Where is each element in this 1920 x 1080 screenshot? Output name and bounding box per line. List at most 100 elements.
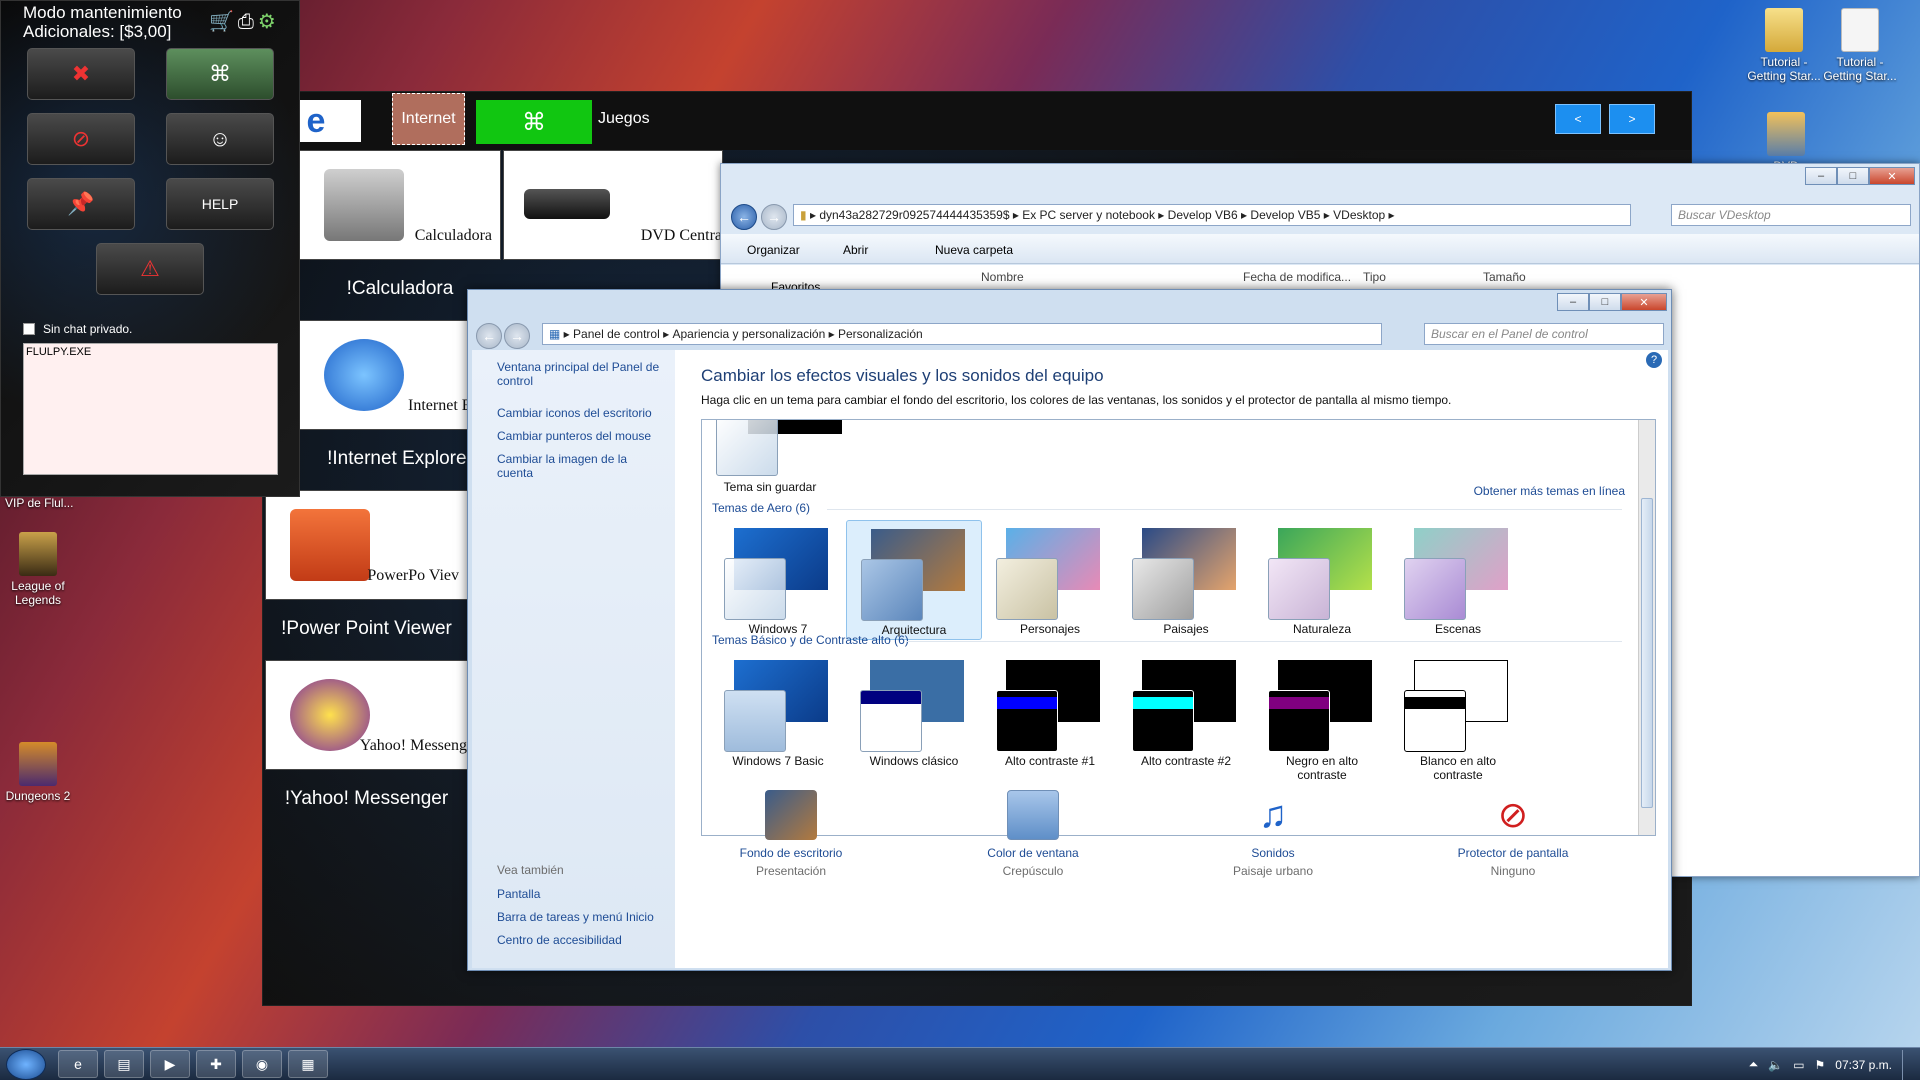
- accessibility-link[interactable]: Centro de accesibilidad: [497, 933, 622, 947]
- help-icon[interactable]: ?: [1646, 352, 1662, 368]
- column-name[interactable]: Nombre: [981, 270, 1024, 284]
- taskbar-control-panel-icon[interactable]: ▦: [288, 1050, 328, 1078]
- games-button[interactable]: ⌘: [166, 48, 274, 100]
- minimize-button[interactable]: –: [1557, 293, 1589, 311]
- desktop-icon-league[interactable]: League of Legends: [0, 532, 78, 607]
- theme-high-contrast-1[interactable]: Alto contraste #1: [982, 652, 1118, 782]
- desktop-background-setting[interactable]: Fondo de escritorio Presentación: [701, 790, 881, 878]
- desktop-background-icon: [765, 790, 817, 840]
- theme-window-preview: [861, 559, 923, 621]
- app-tile-calculator[interactable]: Calculadora: [299, 150, 501, 260]
- back-button[interactable]: ←: [731, 204, 757, 230]
- gamepad-icon[interactable]: ⌘: [476, 100, 592, 144]
- maintenance-panel: Modo mantenimiento Adicionales: [$3,00] …: [0, 0, 300, 497]
- desktop-icon-tutorial-2[interactable]: Tutorial - Getting Star...: [1820, 8, 1900, 83]
- theme-list: Tema sin guardar Obtener más temas en lí…: [701, 419, 1656, 836]
- scroll-thumb[interactable]: [1641, 498, 1653, 808]
- app-tile-powerpoint[interactable]: PowerPo Viev: [265, 490, 468, 600]
- cart-icon[interactable]: 🛒: [209, 11, 238, 33]
- more-themes-link[interactable]: Obtener más temas en línea: [1474, 484, 1625, 498]
- taskbar-link[interactable]: Barra de tareas y menú Inicio: [497, 910, 654, 924]
- folder-icon: ▮: [800, 208, 807, 222]
- theme-high-contrast-white[interactable]: Blanco en alto contraste: [1390, 652, 1526, 782]
- explorer-address-bar[interactable]: ▮ ▸ dyn43a282729r092574444435359$ ▸ Ex P…: [793, 204, 1631, 226]
- private-chat-checkbox[interactable]: Sin chat privado.: [23, 322, 132, 336]
- volume-icon[interactable]: 🔈: [1768, 1058, 1783, 1072]
- sounds-setting[interactable]: ♫ Sonidos Paisaje urbano: [1183, 790, 1363, 878]
- show-hidden-icons-icon[interactable]: ⏶: [1749, 1057, 1759, 1072]
- explorer-search-input[interactable]: Buscar VDesktop: [1671, 204, 1911, 226]
- pin-button[interactable]: 📌: [27, 178, 135, 230]
- page-subtitle: Haga clic en un tema para cambiar el fon…: [701, 393, 1452, 407]
- gear-icon[interactable]: ⚙: [258, 11, 280, 33]
- desktop-icon-tutorial-1[interactable]: Tutorial - Getting Star...: [1744, 8, 1824, 83]
- screensaver-setting[interactable]: ⊘ Protector de pantalla Ninguno: [1423, 790, 1603, 878]
- next-page-button[interactable]: >: [1609, 104, 1655, 134]
- maximize-button[interactable]: □: [1837, 167, 1869, 185]
- no-documents-button[interactable]: ⊘: [27, 113, 135, 165]
- forward-button[interactable]: →: [761, 204, 787, 230]
- printer-icon[interactable]: ⎙: [238, 11, 258, 33]
- app-bar-powerpoint[interactable]: !Power Point Viewer: [265, 600, 468, 658]
- theme-windows-7[interactable]: Windows 7: [710, 520, 846, 640]
- taskbar-ie-icon[interactable]: e: [58, 1050, 98, 1078]
- minimize-button[interactable]: –: [1805, 167, 1837, 185]
- start-button[interactable]: [6, 1049, 46, 1080]
- theme-naturaleza[interactable]: Naturaleza: [1254, 520, 1390, 640]
- cp-home-link[interactable]: Ventana principal del Panel de control: [497, 360, 665, 388]
- theme-windows-classic[interactable]: Windows clásico: [846, 652, 982, 782]
- action-center-icon[interactable]: ⚑: [1815, 1058, 1826, 1072]
- desktop-icon-dungeons[interactable]: Dungeons 2: [0, 742, 78, 803]
- app-bar-yahoo-messenger[interactable]: !Yahoo! Messenger: [265, 770, 468, 828]
- back-button[interactable]: ←: [476, 323, 502, 349]
- theme-arquitectura[interactable]: Arquitectura: [846, 520, 982, 640]
- taskbar-explorer-icon[interactable]: ▤: [104, 1050, 144, 1078]
- taskbar-app-icon[interactable]: ✚: [196, 1050, 236, 1078]
- theme-high-contrast-black[interactable]: Negro en alto contraste: [1254, 652, 1390, 782]
- music-notes-icon: ♫: [1258, 794, 1288, 836]
- theme-paisajes[interactable]: Paisajes: [1118, 520, 1254, 640]
- desktop-icons-link[interactable]: Cambiar iconos del escritorio: [497, 406, 652, 420]
- theme-list-scrollbar[interactable]: [1638, 420, 1655, 835]
- close-button[interactable]: ✕: [1869, 167, 1915, 185]
- display-link[interactable]: Pantalla: [497, 887, 540, 901]
- alert-settings-button[interactable]: ⚠: [96, 243, 204, 295]
- tab-games[interactable]: Juegos: [598, 110, 650, 128]
- network-icon[interactable]: ▭: [1793, 1058, 1804, 1072]
- account-picture-link[interactable]: Cambiar la imagen de la cuenta: [497, 452, 637, 480]
- theme-high-contrast-2[interactable]: Alto contraste #2: [1118, 652, 1254, 782]
- clock[interactable]: 07:37 p.m.: [1835, 1058, 1892, 1072]
- mouse-pointers-link[interactable]: Cambiar punteros del mouse: [497, 429, 651, 443]
- maximize-button[interactable]: □: [1589, 293, 1621, 311]
- cp-search-input[interactable]: Buscar en el Panel de control: [1424, 323, 1664, 345]
- checkbox-box[interactable]: [23, 323, 35, 335]
- theater-masks-button[interactable]: ☺: [166, 113, 274, 165]
- column-size[interactable]: Tamaño: [1483, 270, 1526, 284]
- app-tile-yahoo-messenger[interactable]: Yahoo! Messeng: [265, 660, 468, 770]
- help-button[interactable]: HELP: [166, 178, 274, 230]
- column-type[interactable]: Tipo: [1363, 270, 1386, 284]
- cp-address-bar[interactable]: ▦ ▸ Panel de control ▸ Apariencia y pers…: [542, 323, 1382, 345]
- open-button[interactable]: Abrir: [843, 243, 868, 257]
- forward-button[interactable]: →: [504, 323, 530, 349]
- theme-personajes[interactable]: Personajes: [982, 520, 1118, 640]
- window-color-setting[interactable]: Color de ventana Crepúsculo: [943, 790, 1123, 878]
- prev-page-button[interactable]: <: [1555, 104, 1601, 134]
- tab-internet[interactable]: Internet: [392, 93, 465, 145]
- close-button[interactable]: ✕: [1621, 293, 1667, 311]
- screensaver-none-icon: ⊘: [1497, 794, 1529, 835]
- launcher-tabs: e Internet ⌘ Juegos < >: [263, 92, 1691, 150]
- taskbar-chrome-icon[interactable]: ◉: [242, 1050, 282, 1078]
- desktop-icon-vip[interactable]: VIP de Flul...: [5, 496, 73, 510]
- chat-textarea[interactable]: [23, 343, 278, 475]
- show-desktop-button[interactable]: [1902, 1049, 1912, 1080]
- dvd-icon: [1767, 112, 1805, 156]
- organize-button[interactable]: Organizar: [747, 243, 800, 257]
- theme-escenas[interactable]: Escenas: [1390, 520, 1526, 640]
- close-app-button[interactable]: ✖: [27, 48, 135, 100]
- app-tile-dvd[interactable]: DVD Centra: [503, 150, 723, 260]
- taskbar-media-icon[interactable]: ▶: [150, 1050, 190, 1078]
- column-date[interactable]: Fecha de modifica...: [1243, 270, 1351, 284]
- new-folder-button[interactable]: Nueva carpeta: [935, 243, 1013, 257]
- theme-windows-7-basic[interactable]: Windows 7 Basic: [710, 652, 846, 782]
